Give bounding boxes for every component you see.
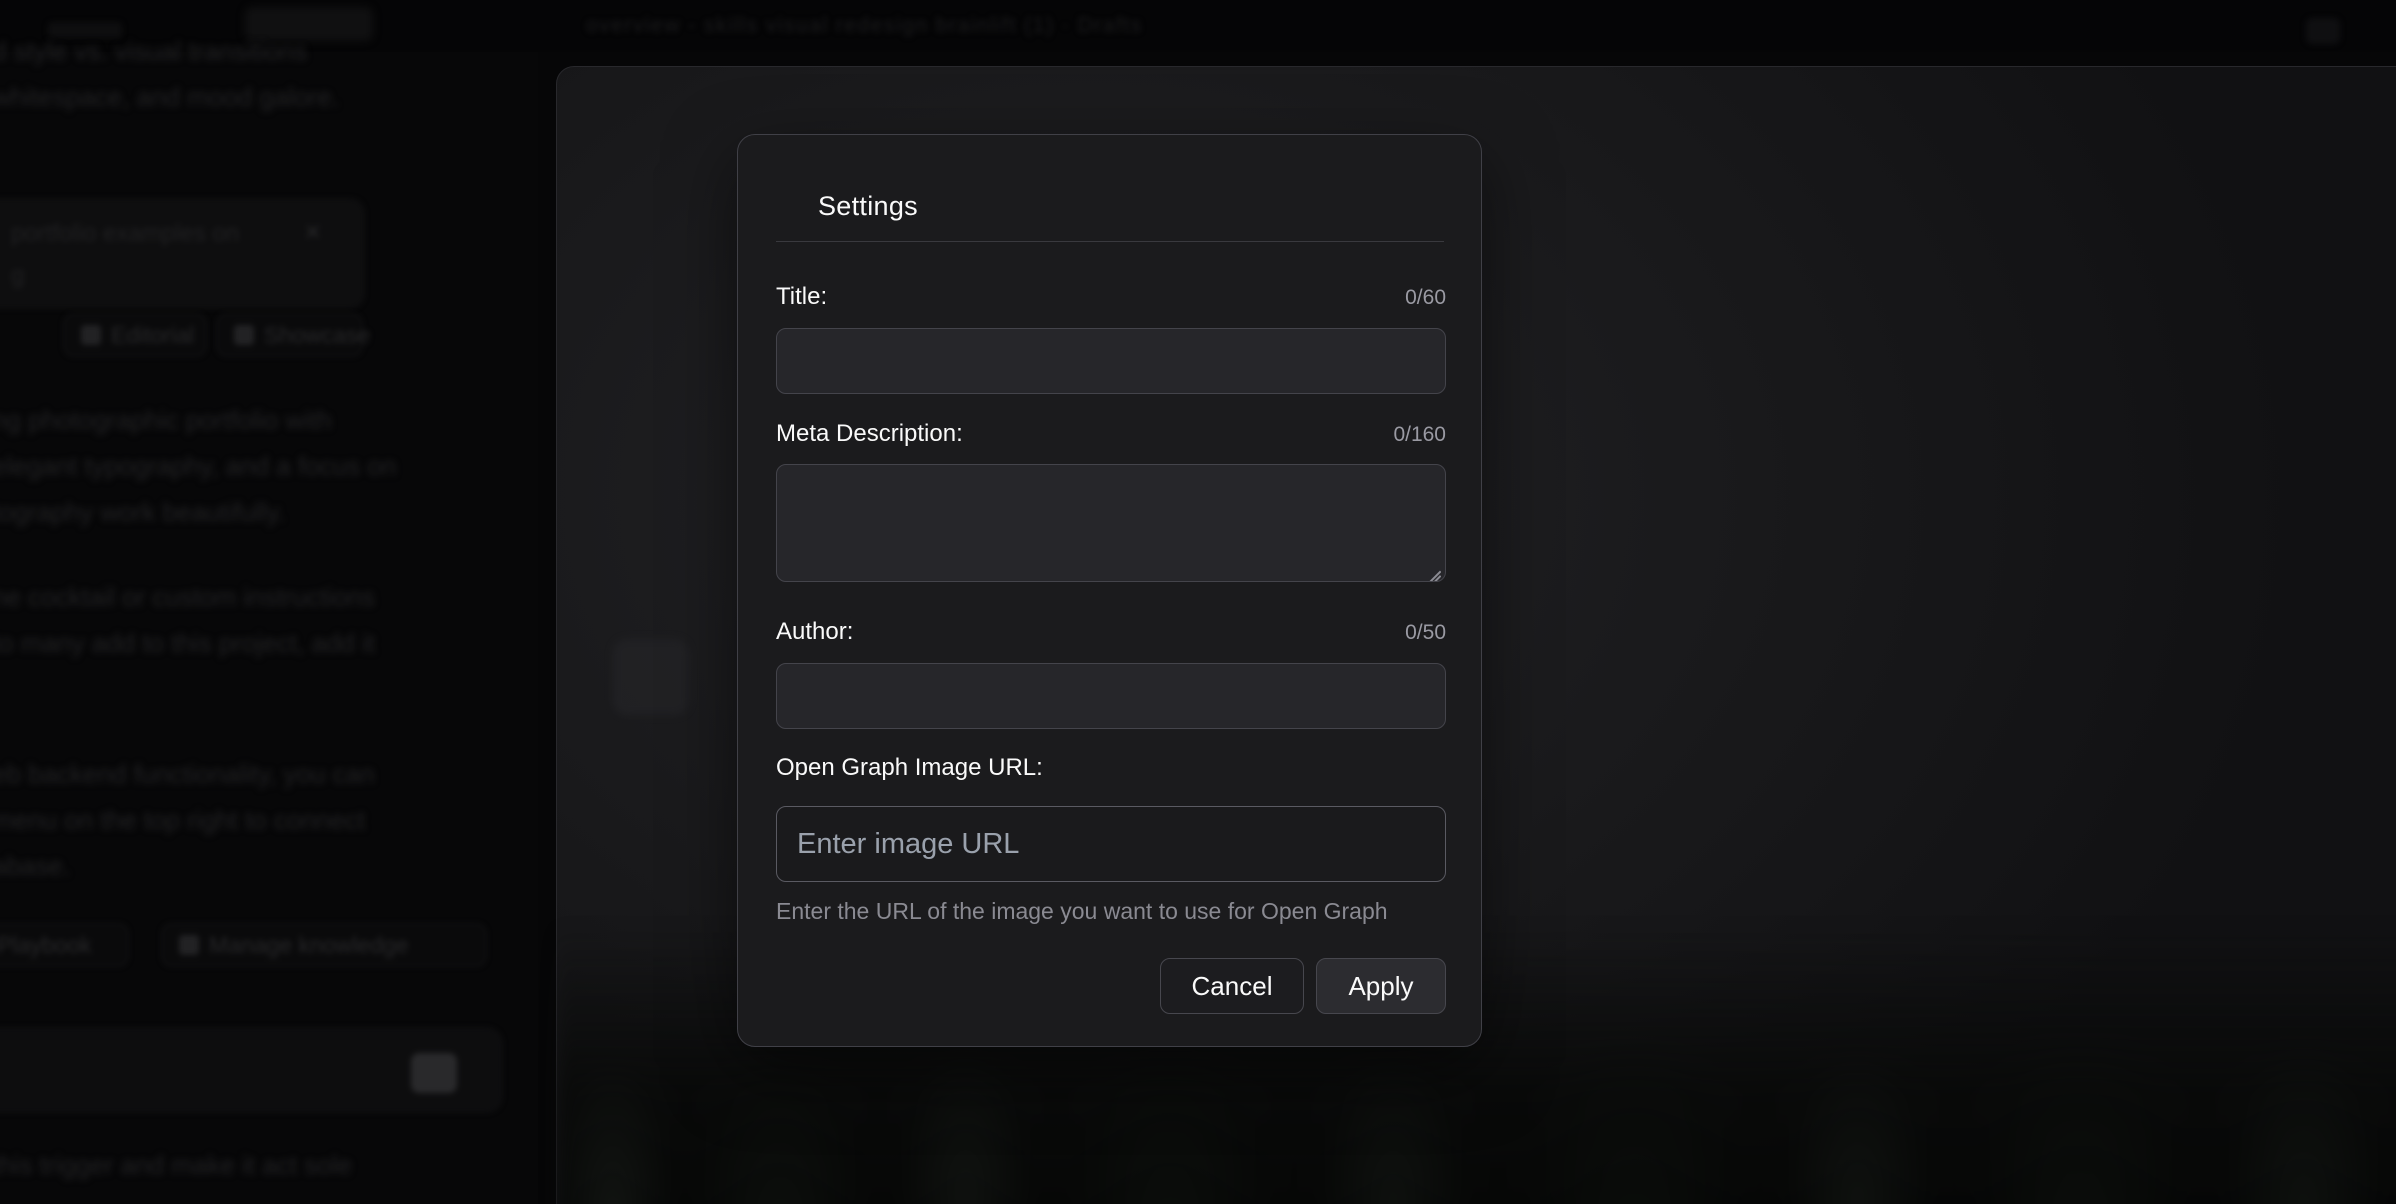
og-image-url-label: Open Graph Image URL:: [776, 754, 1043, 782]
project-title: overview - skills visual redesign brainl…: [586, 14, 1143, 38]
resize-handle-icon[interactable]: [1427, 567, 1441, 581]
chat-text-line: ne cocktail or custom instructions: [0, 582, 375, 613]
book-icon: [179, 935, 199, 955]
author-input[interactable]: [776, 663, 1446, 729]
suggestion-card-text: portfolio examples on: [11, 220, 239, 248]
chip-showcase: Showcase: [217, 314, 362, 356]
og-image-url-input[interactable]: [776, 806, 1446, 882]
settings-modal: Settings Title: 0/60 Meta Description: 0…: [737, 134, 1482, 1047]
meta-description-label: Meta Description:: [776, 420, 963, 448]
chip-label: Manage knowledge: [209, 932, 408, 959]
chat-text-line: tography work beautifully.: [0, 497, 285, 528]
meta-description-textarea[interactable]: [776, 464, 1446, 582]
preview-faint-button: [613, 639, 689, 715]
chip-manage-knowledge: Manage knowledge: [162, 924, 486, 966]
suggestion-card-text2: g: [11, 262, 24, 290]
chat-text-line: this trigger and make it act sole: [0, 1150, 352, 1181]
chip-label: Playbook: [0, 932, 92, 959]
modal-title: Settings: [818, 191, 918, 222]
chat-text-line: abase.: [0, 851, 70, 882]
chip-label: Editorial: [111, 322, 194, 349]
chat-text-line: to many add to this project, add it: [0, 628, 375, 659]
chat-text-line: d style vs. visual transitions: [0, 36, 307, 67]
apply-button[interactable]: Apply: [1316, 958, 1446, 1014]
chat-text-line: elegant typography, and a focus on: [0, 451, 396, 482]
showcase-icon: [234, 325, 254, 345]
chat-text-line: eb backend functionality, you can: [0, 759, 375, 790]
title-counter: 0/60: [1405, 286, 1446, 310]
app-screen: overview - skills visual redesign brainl…: [0, 0, 2396, 1204]
chat-sidebar: d style vs. visual transitions whitespac…: [0, 52, 538, 1204]
modal-actions: Cancel Apply: [1160, 958, 1446, 1014]
chat-input: [0, 1028, 502, 1112]
top-bar: overview - skills visual redesign brainl…: [0, 0, 2396, 52]
og-image-url-helper: Enter the URL of the image you want to u…: [776, 898, 1388, 925]
chat-text-line: menu on the top right to connect: [0, 805, 365, 836]
cancel-button[interactable]: Cancel: [1160, 958, 1304, 1014]
editorial-icon: [81, 325, 101, 345]
send-button: [411, 1053, 457, 1093]
chat-text-line: whitespace, and mood galore.: [0, 82, 339, 113]
chat-text-line: ng photographic portfolio with: [0, 405, 332, 436]
chip-playbook: Playbook: [0, 924, 128, 966]
chip-editorial: Editorial: [64, 314, 206, 356]
meta-description-counter: 0/160: [1393, 423, 1446, 447]
close-icon: ×: [305, 216, 321, 248]
header-action-icon: [2306, 18, 2340, 44]
author-counter: 0/50: [1405, 621, 1446, 645]
suggestion-card: portfolio examples on g ×: [0, 199, 364, 308]
modal-divider: [776, 241, 1444, 242]
title-label: Title:: [776, 283, 827, 311]
title-input[interactable]: [776, 328, 1446, 394]
author-label: Author:: [776, 618, 853, 646]
chip-label: Showcase: [264, 322, 370, 349]
